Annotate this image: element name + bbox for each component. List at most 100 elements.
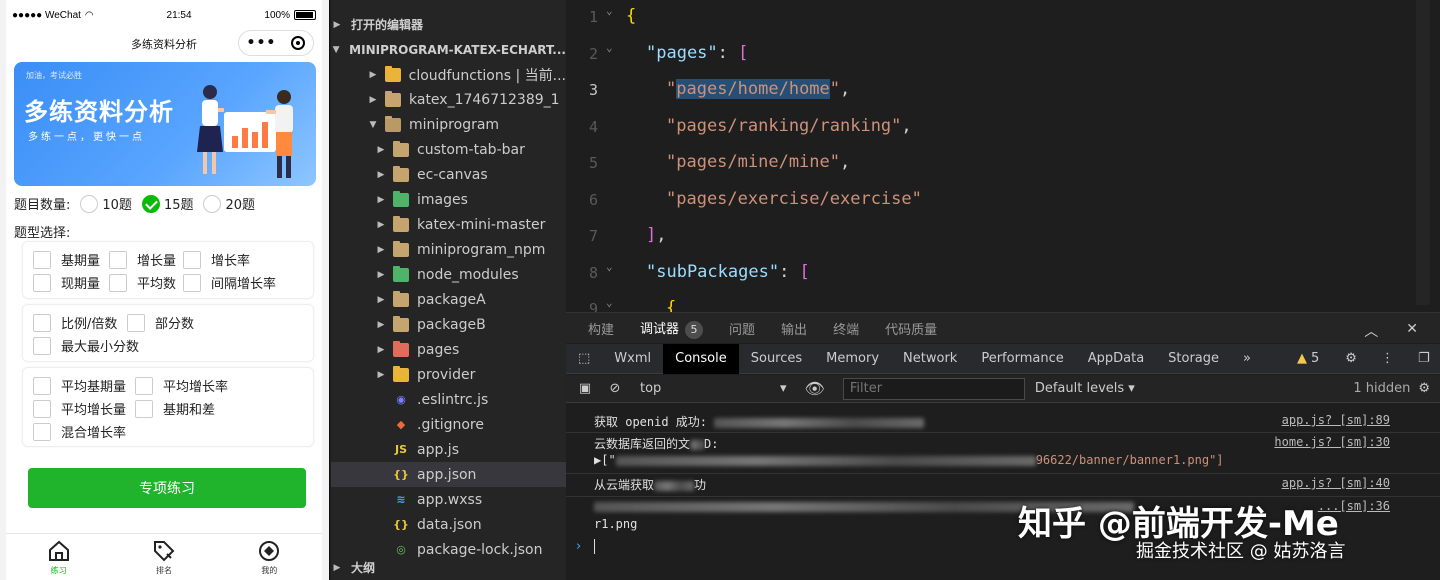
chevron-up-icon[interactable]: ︿ — [1364, 321, 1378, 341]
checkbox-item[interactable]: 增长率 — [183, 250, 250, 269]
checkbox-item[interactable]: 最大最小分数 — [33, 336, 139, 355]
open-editors-section[interactable]: ▶ 打开的编辑器 — [331, 12, 566, 37]
tab-problems[interactable]: 问题 — [729, 319, 755, 338]
checkbox[interactable] — [127, 313, 145, 332]
tab-code-quality[interactable]: 代码质量 — [885, 319, 937, 338]
tree-file[interactable]: JS app.js — [331, 437, 566, 462]
devtools-tab-performance[interactable]: Performance — [969, 344, 1075, 374]
tree-file[interactable]: ≋ app.wxss — [331, 487, 566, 512]
log-source-link[interactable]: home.js? [sm]:30 — [1274, 435, 1390, 449]
checkbox-item[interactable]: 部分数 — [127, 313, 194, 332]
editor-minimap[interactable] — [1416, 0, 1430, 305]
project-root[interactable]: ▼ MINIPROGRAM-KATEX-ECHART... — [331, 37, 566, 62]
tree-folder[interactable]: ▶ pages — [331, 337, 566, 362]
eye-icon[interactable]: 👁 — [805, 379, 825, 398]
log-source-link[interactable]: app.js? [sm]:89 — [1282, 413, 1390, 427]
devtools-tab-memory[interactable]: Memory — [814, 344, 891, 374]
tree-folder[interactable]: ▶ custom-tab-bar — [331, 137, 566, 162]
clear-console-icon[interactable]: ⊘ — [606, 381, 624, 396]
radio-20[interactable] — [203, 194, 222, 213]
sidebar-toggle-icon[interactable]: ▣ — [576, 381, 594, 396]
tab-mine[interactable]: 我的 — [217, 534, 322, 580]
devtools-tab-sources[interactable]: Sources — [739, 344, 814, 374]
tab-output[interactable]: 输出 — [781, 319, 807, 338]
tree-folder[interactable]: ▶ ec-canvas — [331, 162, 566, 187]
tree-folder[interactable]: ▶ cloudfunctions | 当前... — [331, 62, 566, 87]
tree-file[interactable]: {} data.json — [331, 512, 566, 537]
checkbox[interactable] — [33, 399, 51, 418]
checkbox[interactable] — [135, 399, 153, 418]
banner[interactable]: 加油，考试必胜 多练资料分析 多练一点，更快一点 — [14, 62, 316, 186]
context-dropdown-icon[interactable]: ▾ — [780, 381, 787, 396]
radio-15[interactable] — [141, 194, 160, 213]
checkbox[interactable] — [33, 273, 51, 292]
tree-folder[interactable]: ▶ katex-mini-master — [331, 212, 566, 237]
outline-section[interactable]: ▶ 大纲 — [331, 555, 566, 580]
devtools-tab-network[interactable]: Network — [891, 344, 969, 374]
log-entry-array[interactable]: ▶[" 96622/banner/banner1.png"] — [566, 453, 1440, 471]
close-mini-program-icon[interactable] — [291, 36, 306, 50]
undock-icon[interactable]: ❐ — [1406, 344, 1440, 374]
tab-debugger[interactable]: 调试器 5 — [640, 318, 704, 339]
fold-chevron-icon[interactable]: ⌄ — [606, 4, 613, 17]
more-tabs-icon[interactable]: » — [1231, 344, 1263, 374]
filter-input[interactable] — [842, 377, 1025, 400]
tab-practice[interactable]: 练习 — [6, 534, 111, 580]
checkbox-item[interactable]: 平均增长率 — [135, 376, 228, 395]
tab-terminal[interactable]: 终端 — [833, 319, 859, 338]
radio-15-label[interactable]: 15题 — [164, 194, 194, 213]
tab-build[interactable]: 构建 — [588, 319, 614, 338]
tree-folder[interactable]: ▶ katex_1746712389_1 — [331, 87, 566, 112]
tree-folder[interactable]: ▶ node_modules — [331, 262, 566, 287]
devtools-tab-appdata[interactable]: AppData — [1076, 344, 1156, 374]
tree-folder[interactable]: ▶ miniprogram_npm — [331, 237, 566, 262]
kebab-menu-icon[interactable]: ⋮ — [1369, 344, 1406, 374]
log-source-link[interactable]: app.js? [sm]:40 — [1282, 476, 1390, 490]
checkbox-item[interactable]: 间隔增长率 — [183, 273, 276, 292]
inspect-element-icon[interactable]: ⬚ — [566, 344, 602, 374]
fold-chevron-icon[interactable]: ⌄ — [606, 41, 613, 54]
console-settings-icon[interactable]: ⚙ — [1418, 381, 1430, 396]
log-levels-dropdown[interactable]: Default levels ▾ — [1035, 381, 1135, 396]
checkbox-item[interactable]: 平均基期量 — [33, 376, 126, 395]
checkbox[interactable] — [33, 313, 51, 332]
tree-file[interactable]: ◉ .eslintrc.js — [331, 387, 566, 412]
tree-file[interactable]: {} app.json — [331, 462, 566, 487]
tab-ranking[interactable]: 排名 — [111, 534, 216, 580]
checkbox[interactable] — [109, 273, 127, 292]
close-icon[interactable]: ✕ — [1406, 321, 1418, 341]
checkbox[interactable] — [33, 250, 51, 269]
checkbox[interactable] — [33, 376, 51, 395]
radio-20-label[interactable]: 20题 — [225, 194, 255, 213]
checkbox[interactable] — [109, 250, 127, 269]
code-editor[interactable]: 1 ⌄ {2 ⌄ "pages": [3 "pages/home/home", 4 "page… — [566, 0, 1440, 312]
checkbox-item[interactable]: 比例/倍数 — [33, 313, 117, 332]
radio-10-label[interactable]: 10题 — [102, 194, 132, 213]
radio-10[interactable] — [80, 194, 99, 213]
checkbox-item[interactable]: 增长量 — [109, 250, 176, 269]
devtools-tab-wxml[interactable]: Wxml — [602, 344, 663, 374]
checkbox[interactable] — [183, 273, 201, 292]
checkbox-item[interactable]: 基期和差 — [135, 399, 215, 418]
console-input[interactable] — [594, 539, 595, 554]
checkbox[interactable] — [183, 250, 201, 269]
checkbox-item[interactable]: 平均数 — [109, 273, 176, 292]
checkbox[interactable] — [33, 336, 51, 355]
checkbox[interactable] — [135, 376, 153, 395]
fold-chevron-icon[interactable]: ⌄ — [606, 260, 613, 273]
checkbox-item[interactable]: 基期量 — [33, 250, 100, 269]
context-selector[interactable]: top — [640, 381, 780, 396]
checkbox-item[interactable]: 现期量 — [33, 273, 100, 292]
practice-button[interactable]: 专项练习 — [28, 468, 306, 508]
tree-folder[interactable]: ▶ packageB — [331, 312, 566, 337]
more-icon[interactable]: ••• — [247, 35, 277, 51]
checkbox-item[interactable]: 平均增长量 — [33, 399, 126, 418]
checkbox[interactable] — [33, 422, 51, 441]
devtools-tab-console[interactable]: Console — [663, 343, 739, 374]
tree-folder[interactable]: ▶ packageA — [331, 287, 566, 312]
tree-folder[interactable]: ▼ miniprogram — [331, 112, 566, 137]
tree-folder[interactable]: ▶ images — [331, 187, 566, 212]
fold-chevron-icon[interactable]: ⌄ — [606, 296, 613, 309]
tree-file[interactable]: ◆ .gitignore — [331, 412, 566, 437]
checkbox-item[interactable]: 混合增长率 — [33, 422, 126, 441]
